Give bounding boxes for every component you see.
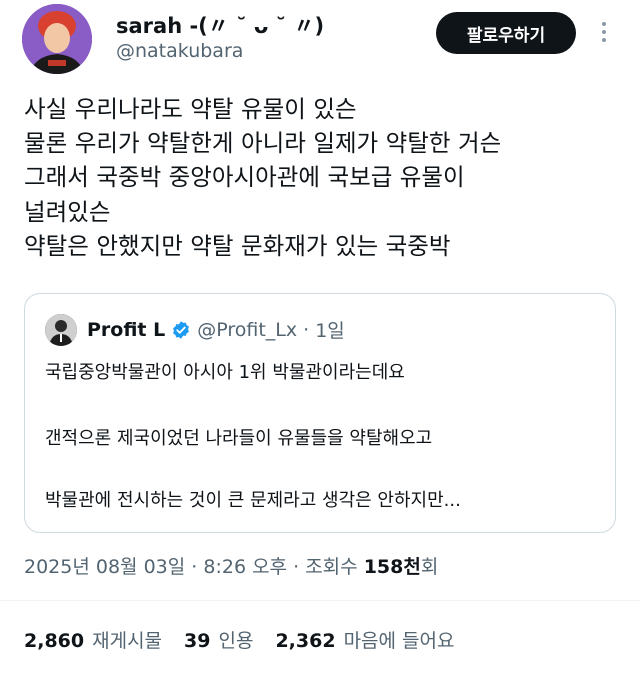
tweet-date[interactable]: 2025년 08월 03일: [24, 556, 185, 578]
follow-button[interactable]: 팔로우하기: [436, 12, 576, 54]
author-handle[interactable]: @natakubara: [116, 40, 243, 62]
quoted-author-name[interactable]: Profit L: [87, 319, 165, 341]
quoted-author-avatar[interactable]: [45, 314, 77, 346]
tweet-text: 사실 우리나라도 약탈 유물이 있슨 물론 우리가 약탈한게 아니라 일제가 약…: [24, 92, 624, 263]
tweet-line: 물론 우리가 약탈한게 아니라 일제가 약탈한 거슨: [24, 129, 502, 158]
quoted-time[interactable]: 1일: [315, 316, 345, 343]
likes-label: 마음에 들어요: [343, 630, 455, 652]
tweet-timestamp: 2025년 08월 03일 · 8:26 오후 · 조회수 158천회: [24, 556, 439, 578]
quoted-text-line: 국립중앙박물관이 아시아 1위 박물관이라는데요: [45, 362, 405, 383]
tweet-line: 널려있슨: [24, 197, 111, 226]
tweet-time[interactable]: 8:26 오후: [203, 556, 287, 578]
author-display-name[interactable]: sarah -(〃 ˘ ᴗ ˘ 〃): [116, 10, 324, 40]
quotes-stat[interactable]: 39 인용: [184, 626, 253, 653]
views-count: 158천: [363, 556, 421, 578]
verified-badge-icon: [173, 320, 190, 339]
quoted-text-line: 갠적으론 제국이었던 나라들이 유물들을 약탈해오고: [45, 428, 433, 449]
views-suffix: 회: [420, 556, 439, 578]
tweet-line: 약탈은 안했지만 약탈 문화재가 있는 국중박: [24, 231, 451, 260]
likes-stat[interactable]: 2,362 마음에 들어요: [275, 626, 454, 653]
quoted-tweet-header: Profit L @Profit_Lx · 1일: [87, 316, 345, 343]
quoted-author-handle[interactable]: @Profit_Lx: [197, 319, 297, 341]
engagement-stats: 2,860 재게시물 39 인용 2,362 마음에 들어요: [24, 626, 476, 653]
tweet-line: 그래서 국중박 중앙아시아관에 국보급 유물이: [24, 163, 465, 192]
quoted-tweet[interactable]: Profit L @Profit_Lx · 1일 국립중앙박물관이 아시아 1위…: [24, 293, 616, 533]
reposts-count: 2,860: [24, 630, 85, 652]
views-label: 조회수: [305, 556, 358, 578]
quotes-count: 39: [184, 630, 211, 652]
author-avatar[interactable]: [22, 4, 92, 74]
more-options-icon[interactable]: [598, 22, 610, 48]
tweet-line: 사실 우리나라도 약탈 유물이 있슨: [24, 95, 357, 123]
likes-count: 2,362: [275, 630, 336, 652]
reposts-stat[interactable]: 2,860 재게시물: [24, 626, 162, 653]
reposts-label: 재게시물: [92, 630, 163, 652]
divider: [0, 600, 640, 601]
meta-separator: ·: [303, 318, 310, 341]
quotes-label: 인용: [218, 630, 254, 652]
quoted-text-line: 박물관에 전시하는 것이 큰 문제라고 생각은 안하지만...: [45, 490, 461, 511]
